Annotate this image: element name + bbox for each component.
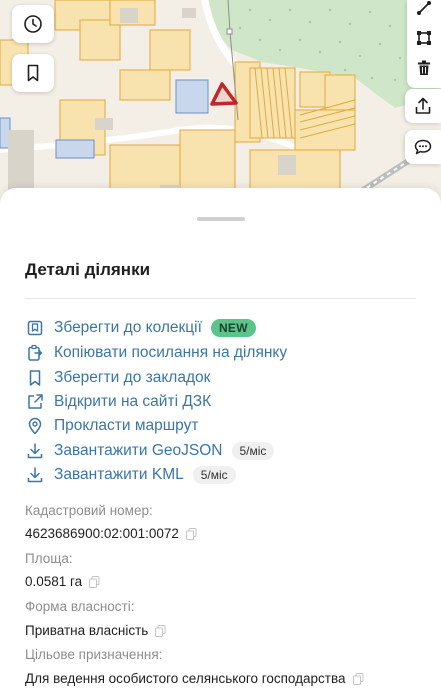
collection-icon [25, 318, 45, 338]
parcel-details-sheet: Деталі ділянки Зберегти до колекції NEW … [0, 188, 441, 699]
field-value-text: 0.0581 га [25, 574, 83, 589]
action-label: Відкрити на сайті ДЗК [54, 393, 212, 410]
bookmark-icon [27, 64, 39, 82]
open-on-dzk-site-button[interactable]: Відкрити на сайті ДЗК [25, 391, 211, 413]
delete-measure-button[interactable] [412, 56, 436, 80]
trash-icon [418, 60, 430, 75]
ownership-form-value: Приватна власність [25, 623, 166, 638]
save-to-bookmarks-button[interactable]: Зберегти до закладок [25, 367, 210, 389]
location-pin-icon [25, 416, 45, 436]
action-label: Зберегти до закладок [54, 369, 211, 386]
download-icon [25, 465, 45, 485]
comment-button[interactable] [405, 130, 441, 164]
sheet-title: Деталі ділянки [25, 260, 151, 279]
measure-area-icon [417, 31, 431, 45]
measure-area-button[interactable] [412, 26, 436, 50]
field-value-text: Приватна власність [25, 623, 149, 638]
copy-icon[interactable] [185, 527, 197, 540]
copy-link-icon [25, 343, 45, 363]
action-label: Прокласти маршрут [54, 417, 199, 434]
measure-line-button[interactable] [412, 0, 436, 20]
history-button[interactable] [12, 5, 54, 43]
measure-line-icon [417, 1, 431, 15]
copy-icon[interactable] [155, 624, 166, 637]
divider [25, 298, 416, 299]
external-link-icon [25, 392, 45, 412]
action-label: Завантажити KML [54, 466, 184, 483]
download-kml-button[interactable]: Завантажити KML 5/міс [25, 464, 236, 486]
action-label: Завантажити GeoJSON [54, 442, 223, 459]
comment-icon [414, 139, 432, 155]
ownership-form-label: Форма власності: [25, 599, 135, 614]
limit-badge: 5/міс [192, 466, 236, 484]
share-button[interactable] [405, 89, 441, 123]
sheet-drag-handle[interactable] [197, 217, 245, 221]
clock-icon [24, 15, 42, 33]
copy-icon[interactable] [89, 575, 100, 588]
bookmark-icon [25, 368, 45, 388]
build-route-button[interactable]: Прокласти маршрут [25, 415, 198, 437]
cadastral-number-value: 4623686900:02:001:0072 [25, 526, 197, 541]
field-value-text: Для ведення особистого селянського госпо… [25, 671, 346, 686]
bookmarks-button[interactable] [12, 54, 54, 92]
field-value-text: 4623686900:02:001:0072 [25, 526, 179, 541]
action-label: Копіювати посилання на ділянку [54, 344, 288, 361]
purpose-value: Для ведення особистого селянського госпо… [25, 671, 364, 686]
map-view[interactable] [0, 0, 441, 205]
cadastral-number-label: Кадастровий номер: [25, 503, 153, 518]
copy-parcel-link-button[interactable]: Копіювати посилання на ділянку [25, 342, 287, 364]
download-icon [25, 441, 45, 461]
share-icon [415, 97, 431, 114]
area-value: 0.0581 га [25, 574, 100, 589]
download-geojson-button[interactable]: Завантажити GeoJSON 5/міс [25, 440, 275, 462]
copy-icon[interactable] [352, 672, 364, 685]
cadastral-map[interactable] [0, 0, 441, 205]
measure-toolbar [407, 0, 441, 88]
action-label: Зберегти до колекції [54, 319, 202, 336]
limit-badge: 5/міс [231, 442, 275, 460]
purpose-label: Цільове призначення: [25, 647, 163, 662]
save-to-collection-button[interactable]: Зберегти до колекції NEW [25, 317, 256, 339]
area-label: Площа: [25, 551, 73, 566]
new-badge: NEW [210, 319, 256, 337]
